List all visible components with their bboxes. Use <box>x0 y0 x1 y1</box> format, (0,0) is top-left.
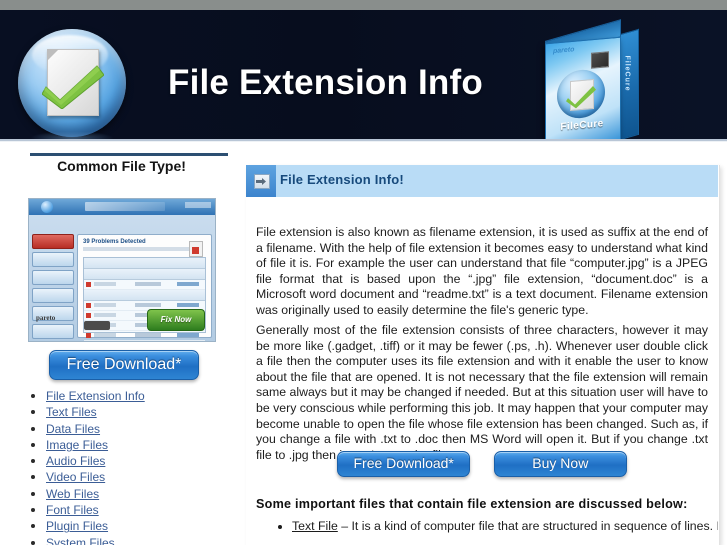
site-logo <box>14 27 132 139</box>
table-row <box>84 280 205 290</box>
screenshot-app-icon <box>41 201 53 213</box>
screenshot-nav: pareto <box>32 234 74 339</box>
list-item: Video Files <box>46 469 261 485</box>
buy-now-button[interactable]: Buy Now <box>493 451 627 477</box>
list-item: Font Files <box>46 502 261 518</box>
intro-paragraph-2: Generally most of the file extension con… <box>256 323 708 462</box>
table-row <box>84 341 205 342</box>
list-item: Text Files <box>46 404 261 420</box>
sidebar-item-web-files[interactable]: Web Files <box>46 487 99 501</box>
screenshot-subline <box>83 247 203 251</box>
list-item-description: – It is a kind of computer file that are… <box>337 519 718 533</box>
list-item: Text File – It is a kind of computer fil… <box>292 519 718 535</box>
section-title: File Extension Info! <box>280 172 404 187</box>
sidebar-title: Common File Type! <box>57 158 186 174</box>
screenshot-main: 39 Problems Detected Fix Now <box>77 234 212 341</box>
sidebar-item-text-files[interactable]: Text Files <box>46 405 97 419</box>
screenshot-body: pareto 39 Problems Detected Fix Now <box>29 215 215 341</box>
filecure-app-screenshot[interactable]: pareto 39 Problems Detected Fix Now <box>28 198 216 342</box>
arrow-in-box-icon <box>246 165 276 197</box>
sidebar-item-plugin-files[interactable]: Plugin Files <box>46 519 108 533</box>
list-item: Web Files <box>46 486 261 502</box>
sidebar-item-data-files[interactable]: Data Files <box>46 422 100 436</box>
sidebar-item-file-extension-info[interactable]: File Extension Info <box>46 389 145 403</box>
sidebar-links-list: File Extension Info Text Files Data File… <box>22 388 261 545</box>
list-item: Audio Files <box>46 453 261 469</box>
free-download-button[interactable]: Free Download* <box>337 451 471 477</box>
screenshot-nav-update <box>32 288 74 303</box>
screenshot-nav-monitor <box>32 270 74 285</box>
sidebar-item-audio-files[interactable]: Audio Files <box>46 454 105 468</box>
top-strip <box>0 0 727 10</box>
sidebar-free-download-button[interactable]: Free Download* <box>49 350 199 380</box>
screenshot-alert-icon <box>189 241 203 257</box>
list-item: Data Files <box>46 421 261 437</box>
windows-logo-icon <box>591 51 609 69</box>
sidebar-item-font-files[interactable]: Font Files <box>46 503 99 517</box>
arrow-right-glyph <box>256 178 266 185</box>
product-box-spine-label: FileCure <box>623 55 631 92</box>
sidebar-item-image-files[interactable]: Image Files <box>46 438 108 452</box>
screenshot-window-buttons <box>185 202 211 208</box>
screenshot-results-header <box>84 258 205 269</box>
screenshot-brand: pareto <box>36 314 56 322</box>
screenshot-nav-scan <box>32 234 74 249</box>
sub-heading: Some important files that contain file e… <box>256 497 688 511</box>
list-item: Image Files <box>46 437 261 453</box>
page-root: File Extension Info FileCure pareto File… <box>0 0 727 545</box>
content-panel-body: File extension is also known as filename… <box>246 197 718 545</box>
sidebar-item-system-files[interactable]: System Files <box>46 536 115 545</box>
product-box-image: FileCure pareto FileCure <box>537 19 650 139</box>
screenshot-titlebar <box>29 199 215 215</box>
list-item: File Extension Info <box>46 388 261 404</box>
screenshot-group-header-2 <box>84 290 205 301</box>
list-item: Plugin Files <box>46 518 261 534</box>
screenshot-app-logo <box>85 202 165 211</box>
screenshot-group-header <box>84 269 205 280</box>
screenshot-headline: 39 Problems Detected <box>83 239 146 245</box>
list-item-link-text-file[interactable]: Text File <box>292 519 338 533</box>
screenshot-cancel-button <box>84 321 110 330</box>
intro-paragraph-1: File extension is also known as filename… <box>256 225 708 317</box>
list-item: System Files <box>46 535 261 545</box>
sidebar-top-rule <box>30 153 228 156</box>
page-title: File Extension Info <box>168 63 483 102</box>
site-header: File Extension Info FileCure pareto File… <box>0 10 727 139</box>
file-type-list: Text File – It is a kind of computer fil… <box>268 519 718 535</box>
cta-button-row: Free Download* Buy Now <box>256 451 708 477</box>
orb-reflection <box>30 131 114 139</box>
product-box-check-icon <box>566 85 596 109</box>
arrow-in-box-glyph <box>254 174 270 189</box>
header-divider-light <box>0 141 727 142</box>
screenshot-nav-manage <box>32 252 74 267</box>
sidebar-item-video-files[interactable]: Video Files <box>46 470 105 484</box>
document-fold-icon <box>47 49 59 61</box>
screenshot-fix-now-button: Fix Now <box>147 309 205 331</box>
green-check-icon <box>42 65 104 109</box>
table-row <box>84 331 205 341</box>
